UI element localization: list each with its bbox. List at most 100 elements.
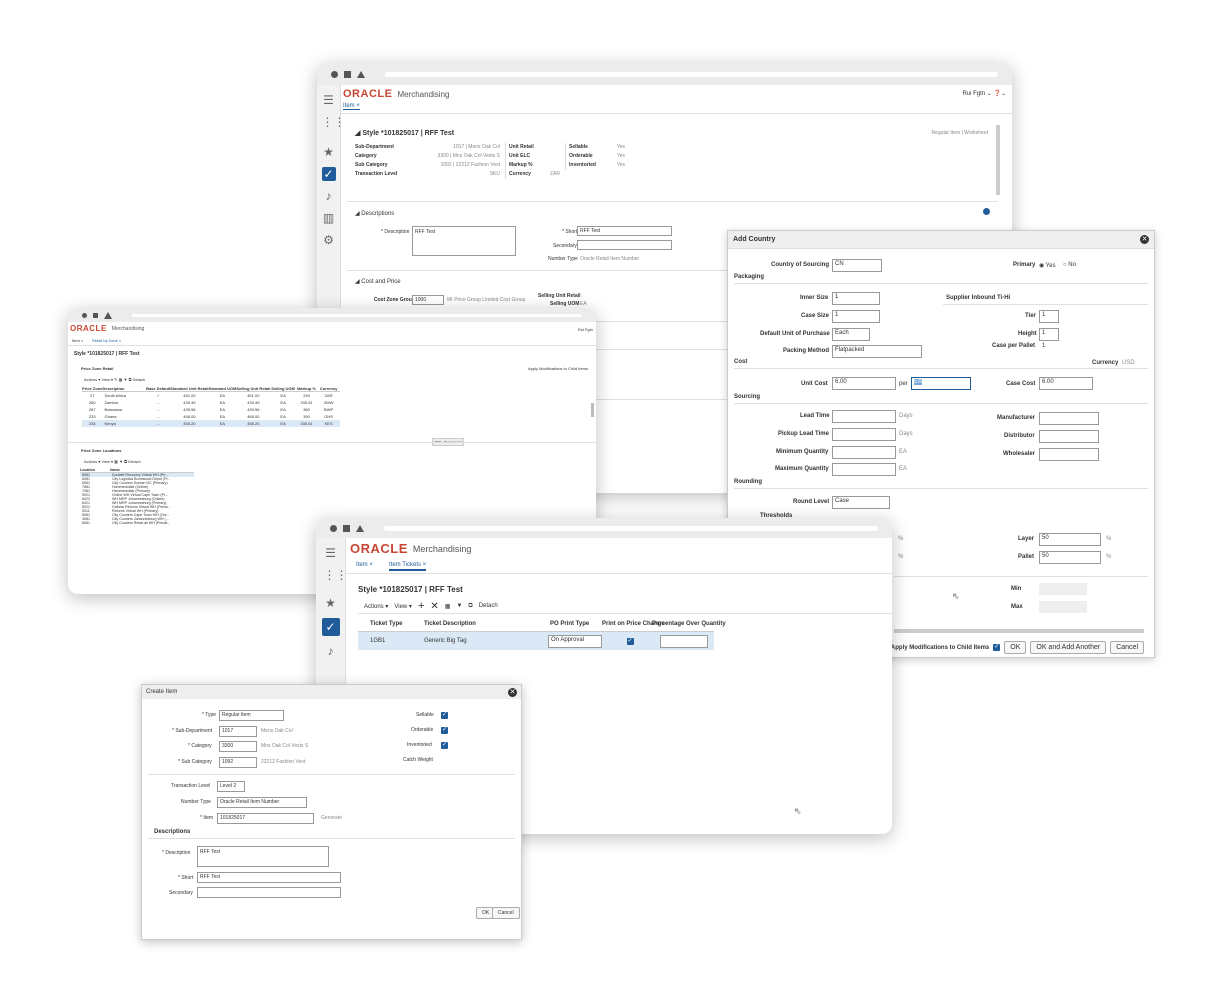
user-menu[interactable]: Rui Fgtn [578, 327, 593, 332]
bell-icon[interactable]: ♪ [322, 189, 336, 203]
grid-toolbar[interactable]: Actions ▾ View ▾ ✎ ▦ ▼ ⧉ Detach [84, 377, 145, 382]
star-icon[interactable]: ★ [324, 596, 338, 610]
tab-retail-by-zone[interactable]: Retail by Zone × [92, 338, 121, 343]
tier-field[interactable]: 1 [1039, 310, 1059, 323]
bell-icon[interactable]: ♪ [324, 644, 338, 658]
col-header[interactable]: Ticket Type [358, 621, 412, 627]
col-header[interactable]: Ticket Description [412, 621, 538, 627]
category-select[interactable]: 3300 [219, 741, 257, 752]
scrollbar[interactable] [591, 403, 594, 417]
col-header[interactable]: Percentage Over Quantity [652, 621, 726, 627]
primary-no-radio[interactable]: ○ No [1063, 262, 1076, 268]
close-icon[interactable]: ✕ [508, 687, 517, 697]
lead-time-field[interactable] [832, 410, 896, 423]
distributor-select[interactable] [1039, 430, 1099, 443]
pickup-lead-time-field[interactable] [832, 428, 896, 441]
col-header[interactable]: Currency [317, 386, 340, 392]
cost-price-section[interactable]: ◢ Cost and Price [355, 278, 401, 285]
layer-field[interactable]: 50 [1039, 533, 1101, 546]
cost-zone-select[interactable]: 1000 [412, 295, 444, 305]
menu-icon[interactable]: ☰ [324, 546, 338, 560]
subdept-select[interactable]: 1017 [219, 726, 257, 737]
tab-item[interactable]: Item × [356, 562, 373, 568]
address-bar[interactable] [384, 525, 878, 531]
settings-icon[interactable]: ⚙ [322, 233, 336, 247]
horizontal-scrollbar[interactable] [894, 629, 1144, 633]
price-zone-retail-section[interactable]: Price Zone Retail [81, 366, 113, 371]
col-header[interactable]: Markup % [296, 386, 317, 392]
trans-level-select[interactable]: Level 2 [217, 781, 245, 792]
help-icon[interactable] [983, 208, 990, 215]
address-bar[interactable] [385, 71, 998, 77]
menu-icon[interactable]: ☰ [322, 93, 336, 107]
short-field[interactable]: RFF Test [577, 226, 672, 236]
price-zone-locations-section[interactable]: Price Zone Locations [81, 448, 121, 453]
tasks-icon[interactable]: ✓ [321, 618, 340, 636]
subcat-select[interactable]: 1092 [219, 757, 257, 768]
detach-icon[interactable]: ⧉ [468, 603, 472, 610]
filter-icon[interactable]: ▼ [456, 603, 462, 609]
table-row[interactable]: 280 Zambia... 439.49 EA 439.49 EA 335.51 ZMW [82, 399, 340, 406]
secondary-field[interactable] [577, 240, 672, 250]
tab-item[interactable]: Item × [72, 338, 83, 343]
sellable-checkbox[interactable]: ✓ [441, 712, 448, 719]
type-select[interactable]: Regular Item [219, 710, 284, 721]
manufacturer-select[interactable] [1039, 412, 1099, 425]
apply-child-checkbox[interactable]: ✓ [993, 644, 1001, 651]
cancel-button[interactable]: Cancel [1110, 641, 1144, 654]
col-header[interactable]: Standard UOM [209, 386, 237, 392]
item-field[interactable]: 101825017 [217, 813, 314, 824]
description-field[interactable]: RFF Test [197, 846, 329, 867]
duop-select[interactable]: Each [832, 328, 870, 341]
actions-menu[interactable]: Actions ▾ [364, 603, 388, 610]
case-cost-field[interactable]: 6.00 [1039, 377, 1093, 390]
packing-method-select[interactable]: Flatpacked [832, 345, 922, 358]
height-field[interactable]: 1 [1039, 328, 1059, 341]
max-qty-field[interactable] [832, 463, 896, 476]
unit-cost-field[interactable]: 6.00 [832, 377, 896, 390]
orderable-checkbox[interactable]: ✓ [441, 727, 448, 734]
primary-yes-radio[interactable]: ◉ Yes [1039, 262, 1056, 269]
pallet-field[interactable]: 50 [1039, 551, 1101, 564]
regular-item-links[interactable]: Regular Item | Worksheet [931, 130, 988, 136]
number-type-select[interactable]: Oracle Retail Item Number [217, 797, 307, 808]
table-row[interactable]: 234 Kenya... 455.20 EA 455.20 EA 335.51 KES [82, 420, 340, 427]
columns-icon[interactable]: ▦ [445, 603, 451, 610]
detach-button[interactable]: Detach [479, 603, 498, 609]
col-header[interactable]: Standard Unit Retail [170, 386, 208, 392]
scrollbar[interactable] [996, 125, 1000, 195]
min-qty-field[interactable] [832, 446, 896, 459]
case-size-field[interactable]: 1 [832, 310, 880, 323]
ok-button[interactable]: OK [1004, 641, 1027, 654]
user-menu[interactable]: Rui Fgtn ⌄ ❓⌄ [962, 90, 1006, 97]
tab-item-tickets[interactable]: Item Tickets × [389, 562, 427, 571]
tab-item[interactable]: Item × [343, 103, 360, 110]
star-icon[interactable]: ★ [322, 145, 336, 159]
col-header[interactable]: Price Zone [82, 386, 102, 392]
tasks-icon[interactable]: ✓ [321, 167, 336, 181]
print-on-price-change-checkbox[interactable]: ✓ [626, 637, 634, 645]
col-header[interactable]: Base Default [146, 386, 170, 392]
apps-grid-icon[interactable]: ⋮⋮ [322, 115, 346, 129]
wholesaler-select[interactable] [1039, 448, 1099, 461]
table-row[interactable]: 27 South Africa ✓ 451.00 EA 451.00 EA 249 ZAR [82, 392, 340, 400]
apps-grid-icon[interactable]: ⋮⋮ [324, 568, 348, 582]
description-field[interactable]: RFF Test [412, 226, 516, 256]
loc-toolbar[interactable]: Actions ▾ View ▾ ▦ ▼ ⧉ Detach [84, 459, 141, 464]
view-menu[interactable]: View ▾ [394, 603, 412, 610]
col-header[interactable]: Print on Price Change [602, 621, 665, 627]
col-header[interactable]: PO Print Type [538, 621, 602, 627]
short-field[interactable]: RFF Test [197, 872, 341, 883]
round-level-select[interactable]: Case [832, 496, 890, 509]
col-header[interactable]: Selling Unit Retail [236, 386, 270, 392]
pct-over-qty-field[interactable] [660, 634, 708, 648]
cancel-button[interactable]: Cancel [492, 907, 520, 919]
ok-add-another-button[interactable]: OK and Add Another [1030, 641, 1107, 654]
descriptions-section[interactable]: ◢ Descriptions [355, 210, 394, 217]
reports-icon[interactable]: ▥ [322, 211, 336, 225]
secondary-field[interactable] [197, 887, 341, 898]
col-header[interactable]: Selling UOM [270, 386, 296, 392]
country-select[interactable]: CN [832, 259, 882, 272]
address-bar[interactable] [132, 313, 582, 317]
po-print-select[interactable]: On Approval [548, 634, 602, 648]
